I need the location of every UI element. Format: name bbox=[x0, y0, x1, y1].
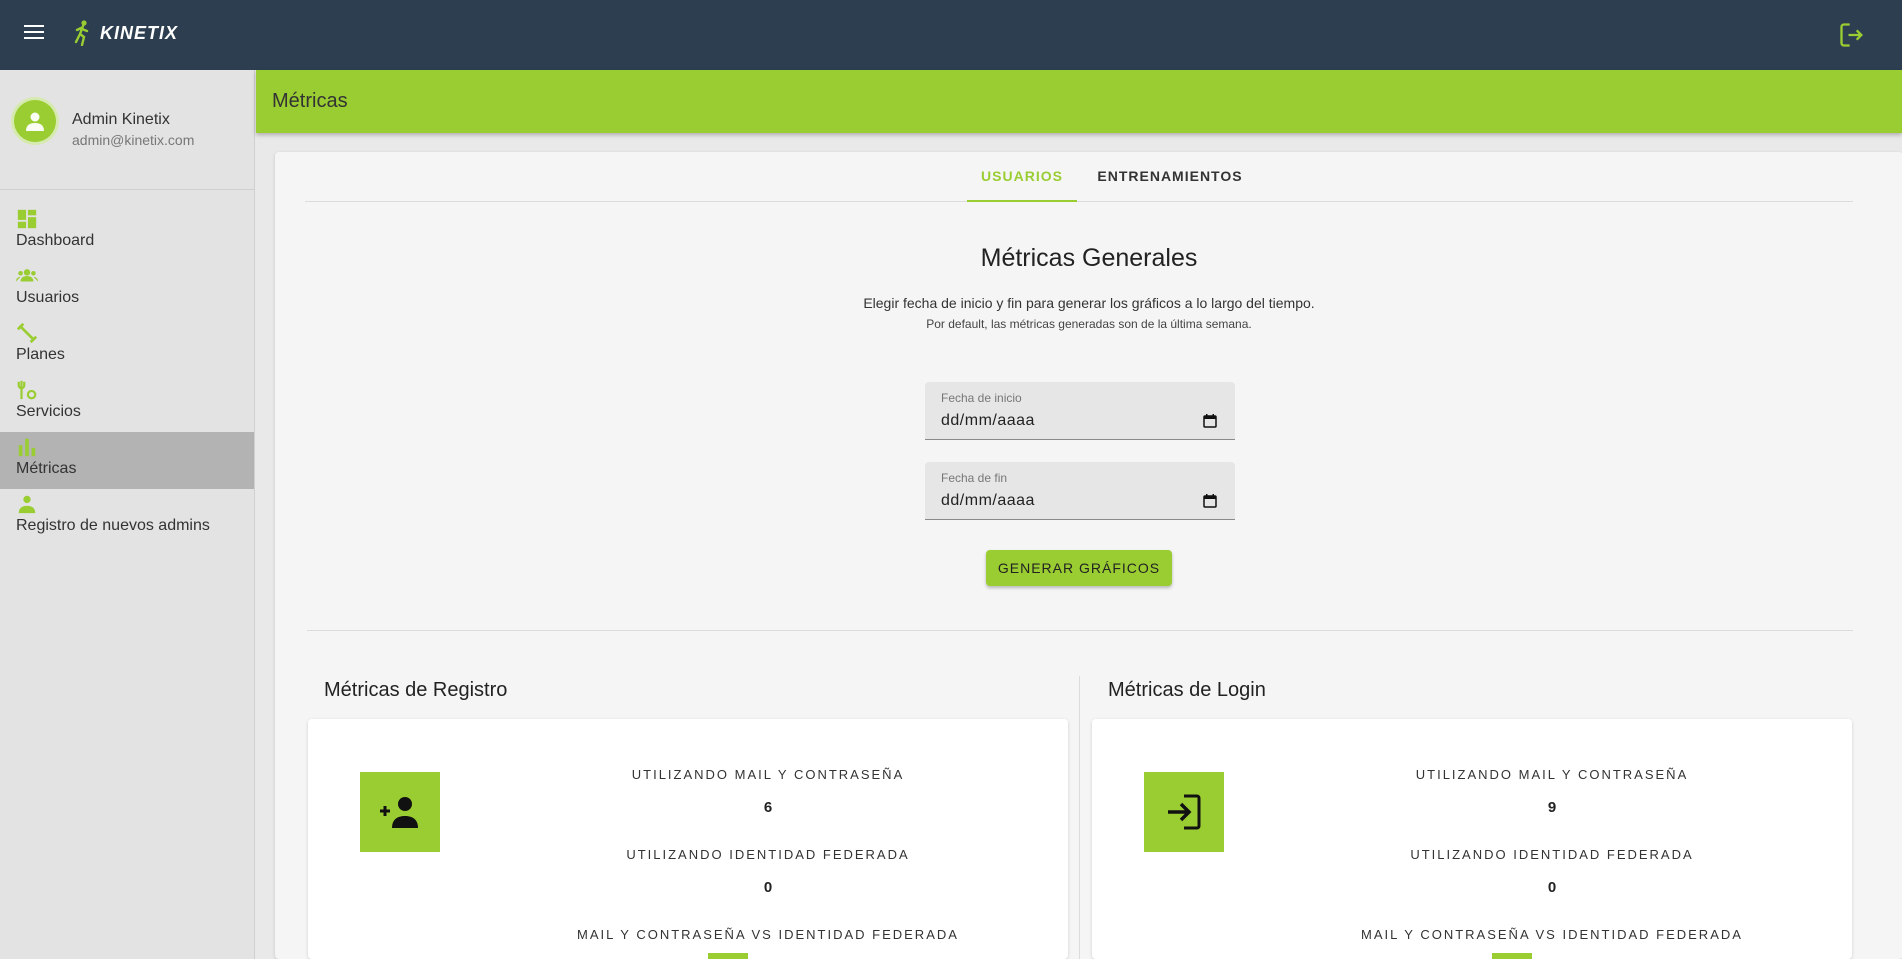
general-metrics-title: Métricas Generales bbox=[980, 244, 1198, 272]
calendar-icon[interactable] bbox=[1203, 494, 1217, 508]
registro-mail-label: UTILIZANDO MAIL Y CONTRASEÑA bbox=[631, 767, 905, 782]
sidebar-nav: Dashboard Usuarios Planes Servicios Métr… bbox=[0, 190, 254, 546]
sidebar-item-usuarios[interactable]: Usuarios bbox=[0, 261, 254, 318]
end-date-label: Fecha de fin bbox=[941, 471, 1008, 485]
column-divider bbox=[1079, 676, 1080, 959]
avatar bbox=[14, 100, 56, 142]
tab-bar: USUARIOS ENTRENAMIENTOS bbox=[305, 152, 1853, 202]
sidebar-item-planes[interactable]: Planes bbox=[0, 318, 254, 375]
app-logo[interactable]: KINETIX bbox=[74, 20, 178, 46]
start-date-field[interactable]: Fecha de inicio dd/mm/aaaa bbox=[925, 382, 1235, 440]
start-date-label: Fecha de inicio bbox=[941, 391, 1022, 405]
sidebar-item-label: Servicios bbox=[16, 403, 81, 420]
add-user-icon bbox=[380, 797, 418, 828]
admin-register-icon bbox=[18, 495, 36, 514]
registro-section-title: Métricas de Registro bbox=[324, 679, 508, 701]
sidebar: Admin Kinetix admin@kinetix.com Dashboar… bbox=[0, 70, 255, 959]
metrics-card: USUARIOS ENTRENAMIENTOS Métricas General… bbox=[275, 152, 1902, 959]
login-section-title: Métricas de Login bbox=[1108, 679, 1266, 701]
dashboard-icon bbox=[17, 209, 37, 229]
sidebar-item-servicios[interactable]: Servicios bbox=[0, 375, 254, 432]
metrics-icon bbox=[18, 438, 36, 457]
person-icon bbox=[26, 112, 44, 131]
runner-logo-icon bbox=[74, 20, 89, 46]
page-title: Métricas bbox=[272, 90, 348, 112]
users-icon bbox=[16, 269, 38, 282]
generate-charts-button[interactable]: GENERAR GRÁFICOS bbox=[986, 550, 1172, 586]
sidebar-item-label: Usuarios bbox=[16, 289, 80, 306]
sidebar-item-label: Planes bbox=[16, 346, 65, 363]
login-federated-value: 0 bbox=[1547, 879, 1557, 896]
tab-entrenamientos[interactable]: ENTRENAMIENTOS bbox=[1095, 168, 1245, 184]
login-icon-box bbox=[1144, 772, 1224, 852]
calendar-icon[interactable] bbox=[1203, 414, 1217, 428]
login-metrics-card: UTILIZANDO MAIL Y CONTRASEÑA 9 UTILIZAND… bbox=[1092, 719, 1852, 959]
end-date-field[interactable]: Fecha de fin dd/mm/aaaa bbox=[925, 462, 1235, 520]
registro-mail-value: 6 bbox=[763, 799, 773, 816]
login-federated-label: UTILIZANDO IDENTIDAD FEDERADA bbox=[1410, 847, 1694, 862]
sidebar-item-dashboard[interactable]: Dashboard bbox=[0, 204, 254, 261]
page-header: Métricas bbox=[256, 70, 1902, 133]
registro-vs-label: MAIL Y CONTRASEÑA VS IDENTIDAD FEDERADA bbox=[577, 927, 959, 942]
profile-email: admin@kinetix.com bbox=[72, 132, 195, 148]
tab-usuarios[interactable]: USUARIOS bbox=[967, 168, 1077, 202]
plans-icon bbox=[16, 322, 38, 344]
sidebar-item-label: Dashboard bbox=[16, 232, 95, 249]
login-icon bbox=[1168, 794, 1201, 830]
login-chart-bar bbox=[1492, 953, 1532, 959]
start-date-value: dd/mm/aaaa bbox=[941, 412, 1035, 429]
registro-federated-value: 0 bbox=[763, 879, 773, 896]
login-mail-label: UTILIZANDO MAIL Y CONTRASEÑA bbox=[1415, 767, 1689, 782]
menu-icon[interactable] bbox=[24, 25, 44, 43]
section-divider bbox=[307, 630, 1853, 631]
user-profile: Admin Kinetix admin@kinetix.com bbox=[0, 70, 254, 190]
services-icon bbox=[17, 380, 37, 400]
sidebar-item-registro-admins[interactable]: Registro de nuevos admins bbox=[0, 489, 254, 546]
end-date-value: dd/mm/aaaa bbox=[941, 492, 1035, 509]
general-metrics-note: Por default, las métricas generadas son … bbox=[926, 317, 1252, 331]
registro-icon-box bbox=[360, 772, 440, 852]
top-bar: KINETIX bbox=[0, 0, 1902, 70]
registro-chart-bar bbox=[708, 953, 748, 959]
registro-federated-label: UTILIZANDO IDENTIDAD FEDERADA bbox=[626, 847, 910, 862]
registro-metrics-card: UTILIZANDO MAIL Y CONTRASEÑA 6 UTILIZAND… bbox=[308, 719, 1068, 959]
sidebar-item-metricas[interactable]: Métricas bbox=[0, 432, 254, 489]
login-mail-value: 9 bbox=[1547, 799, 1557, 816]
profile-name: Admin Kinetix bbox=[72, 111, 170, 128]
sidebar-item-label: Registro de nuevos admins bbox=[16, 517, 210, 534]
logout-icon[interactable] bbox=[1838, 21, 1866, 49]
sidebar-item-label: Métricas bbox=[16, 460, 77, 477]
login-vs-label: MAIL Y CONTRASEÑA VS IDENTIDAD FEDERADA bbox=[1361, 927, 1743, 942]
app-name: KINETIX bbox=[100, 22, 179, 43]
general-metrics-description: Elegir fecha de inicio y fin para genera… bbox=[863, 295, 1315, 311]
